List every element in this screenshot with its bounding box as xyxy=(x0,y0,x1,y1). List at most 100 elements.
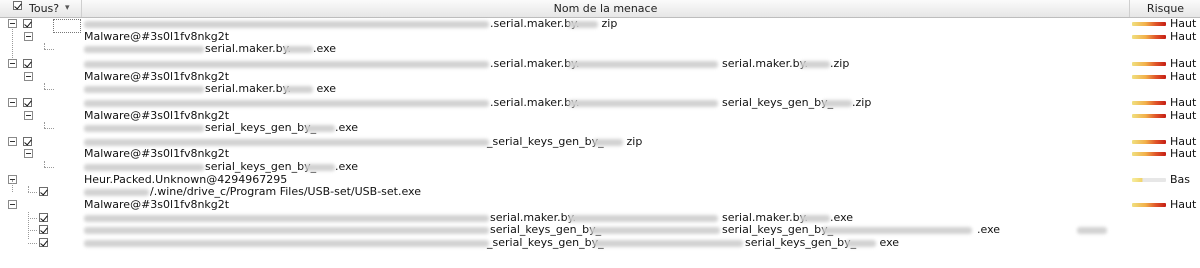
threat-path-text: /.wine/drive_c/Program Files/USB-set/USB… xyxy=(150,185,421,199)
redacted-path xyxy=(283,86,313,94)
redacted-path xyxy=(84,239,489,247)
risk-label: Haut xyxy=(1170,147,1197,161)
redacted-path xyxy=(568,100,718,107)
row-checkbox[interactable] xyxy=(39,212,48,222)
collapse-icon[interactable] xyxy=(24,149,33,159)
threat-tree: .serial.maker.by. zip Haut Malware@#3s0l… xyxy=(0,17,1200,268)
threat-path-text: serial_keys_gen_by_ xyxy=(722,96,834,109)
threat-path-text: serial_keys_gen_by_ xyxy=(722,223,834,237)
tree-row-subfile[interactable]: serial.maker.by. .exe xyxy=(0,43,1200,56)
row-checkbox[interactable] xyxy=(39,187,48,197)
column-header-select-all[interactable]: Tous? ▾ xyxy=(0,0,80,17)
tree-row-subfile[interactable]: serial.maker.by. exe xyxy=(0,83,1200,96)
risk-bar xyxy=(1132,74,1166,79)
row-checkbox[interactable] xyxy=(23,98,32,107)
collapse-icon[interactable] xyxy=(8,98,17,107)
risk-label: Haut xyxy=(1170,198,1197,211)
risk-label: Haut xyxy=(1170,57,1197,70)
threat-path-text: zip xyxy=(598,17,618,30)
threat-results-window: Tous? ▾ Nom de la menace Risque .serial.… xyxy=(0,0,1200,268)
tree-row-subfile[interactable]: /.wine/drive_c/Program Files/USB-set/USB… xyxy=(0,180,1200,199)
tree-row-file[interactable]: .serial.maker.by. serial_keys_gen_by_ .z… xyxy=(0,96,1200,110)
risk-indicator: Haut xyxy=(1132,96,1200,110)
tree-row-file[interactable]: .serial.maker.by. serial.maker.by. .zip … xyxy=(0,57,1200,71)
risk-bar xyxy=(1132,22,1166,26)
collapse-icon[interactable] xyxy=(8,59,17,68)
tree-row-file[interactable]: _serial_keys_gen_by_ serial_keys_gen_by_… xyxy=(0,235,1200,250)
threat-path-text: .zip xyxy=(830,57,850,70)
risk-label: Haut xyxy=(1170,96,1197,109)
redacted-path xyxy=(593,138,623,146)
collapse-icon[interactable] xyxy=(24,71,33,81)
threat-path-text: .exe xyxy=(335,121,359,135)
redacted-path xyxy=(1077,227,1107,235)
redacted-path xyxy=(84,61,489,68)
threat-path-text: .serial.maker.by. xyxy=(490,57,580,70)
redacted-path xyxy=(283,46,313,54)
redacted-path xyxy=(846,239,876,247)
tree-row-file[interactable]: serial_keys_gen_by_ serial_keys_gen_by_ … xyxy=(0,224,1200,237)
redacted-path xyxy=(800,61,830,68)
risk-indicator: Haut xyxy=(1132,57,1200,71)
risk-bar xyxy=(1132,62,1166,66)
threat-path-text: serial_keys_gen_by_ xyxy=(745,235,857,249)
collapse-icon[interactable] xyxy=(24,31,33,41)
column-header-risk[interactable]: Risque xyxy=(1129,0,1200,17)
risk-indicator: Bas xyxy=(1132,173,1200,187)
collapse-icon[interactable] xyxy=(8,136,17,146)
threat-path-text: exe xyxy=(313,82,337,96)
row-checkbox[interactable] xyxy=(23,59,32,68)
threat-name: Malware@#3s0l1fv8nkg2t xyxy=(84,198,230,211)
tree-row-threat[interactable]: Malware@#3s0l1fv8nkg2t Haut xyxy=(0,198,1200,212)
tree-row-threat[interactable]: Malware@#3s0l1fv8nkg2t Haut xyxy=(0,109,1200,123)
threat-path-text: serial.maker.by. xyxy=(205,42,292,56)
row-checkbox[interactable] xyxy=(23,19,32,28)
row-checkbox[interactable] xyxy=(23,136,32,146)
tree-row-threat[interactable]: Malware@#3s0l1fv8nkg2t Haut xyxy=(0,69,1200,84)
threat-path-text: serial.maker.by. xyxy=(722,57,809,70)
threat-path-text: .exe xyxy=(335,159,359,173)
collapse-icon[interactable] xyxy=(24,110,33,120)
redacted-path xyxy=(84,46,204,54)
tree-row-subfile[interactable]: serial_keys_gen_by_ .exe xyxy=(0,159,1200,174)
select-all-checkbox[interactable] xyxy=(13,1,22,10)
threat-path-text: .serial.maker.by. xyxy=(490,17,580,30)
tree-row-threat[interactable]: Malware@#3s0l1fv8nkg2t Haut xyxy=(0,147,1200,161)
redacted-path xyxy=(593,239,743,247)
risk-label: Haut xyxy=(1170,29,1197,43)
redacted-path xyxy=(84,138,489,146)
tree-row-threat[interactable]: Malware@#3s0l1fv8nkg2t Haut xyxy=(0,29,1200,44)
risk-bar xyxy=(1132,113,1166,118)
row-checkbox[interactable] xyxy=(39,237,48,247)
threat-path-text: _serial_keys_gen_by_ xyxy=(487,235,604,249)
risk-label: Haut xyxy=(1170,69,1197,83)
risk-indicator: Haut xyxy=(1132,29,1200,44)
column-header-threat-name[interactable]: Nom de la menace xyxy=(81,0,1129,17)
threat-path-text: exe xyxy=(876,235,900,249)
sort-arrow-icon[interactable]: ▾ xyxy=(65,0,70,17)
redacted-path xyxy=(84,125,204,133)
threat-path-text: zip xyxy=(623,134,643,148)
threat-path-text: .exe xyxy=(977,223,1001,237)
risk-bar xyxy=(1132,177,1166,182)
table-header: Tous? ▾ Nom de la menace Risque xyxy=(0,0,1200,18)
collapse-icon[interactable] xyxy=(8,19,17,28)
risk-indicator: Haut xyxy=(1132,17,1200,31)
threat-path-text: .serial.maker.by. xyxy=(490,96,580,109)
threat-path-text: .exe xyxy=(830,210,854,224)
redacted-path xyxy=(305,163,335,171)
redacted-path xyxy=(84,189,149,197)
tree-row-subfile[interactable]: serial_keys_gen_by_ .exe xyxy=(0,122,1200,135)
redacted-path xyxy=(84,163,204,171)
tree-row-file[interactable]: .serial.maker.by. zip Haut xyxy=(0,17,1200,33)
threat-path-text: _serial_keys_gen_by_ xyxy=(487,134,604,148)
row-checkbox[interactable] xyxy=(39,225,48,235)
threat-path-text: serial.maker.by. xyxy=(205,82,292,96)
risk-indicator: Haut xyxy=(1132,198,1200,212)
redacted-path xyxy=(84,100,489,107)
risk-bar xyxy=(1132,34,1166,39)
risk-label: Haut xyxy=(1170,17,1197,30)
redacted-path xyxy=(305,125,335,133)
collapse-icon[interactable] xyxy=(8,200,17,209)
redacted-path xyxy=(568,61,718,68)
